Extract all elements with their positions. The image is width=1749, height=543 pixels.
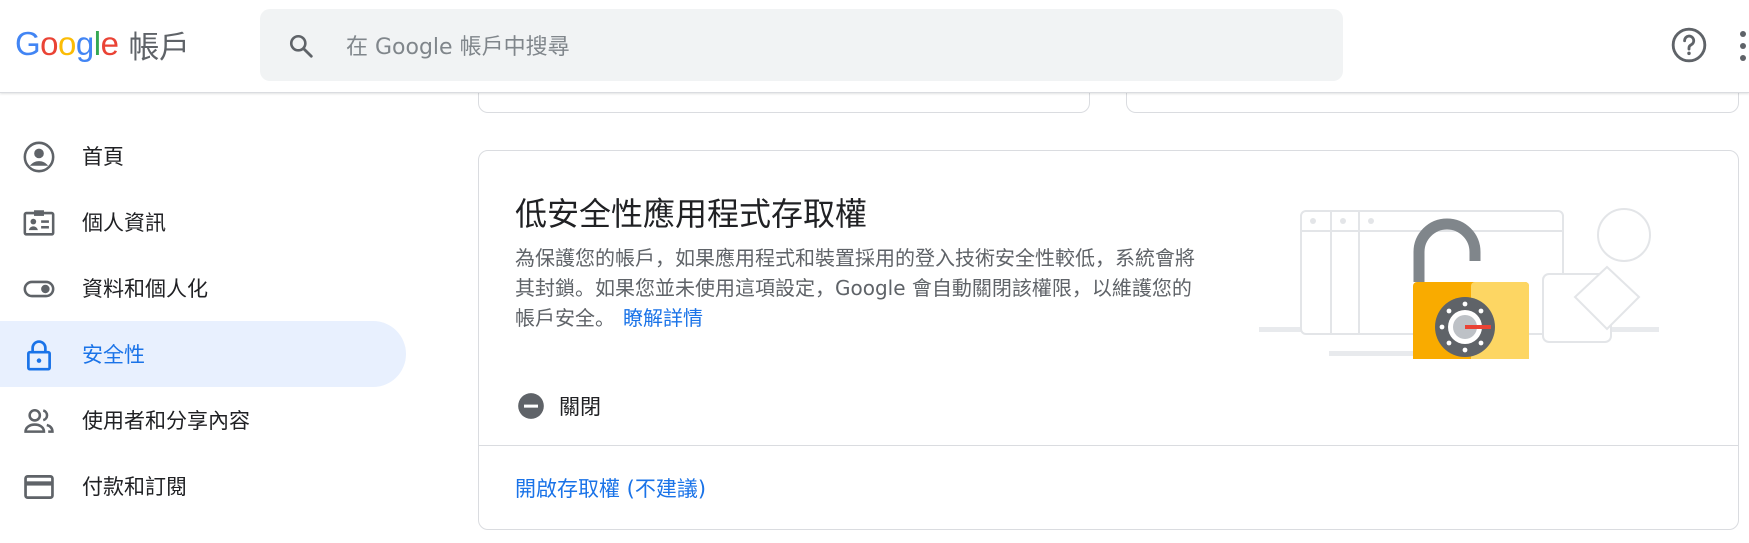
less-secure-apps-card: 低安全性應用程式存取權 為保護您的帳戶，如果應用程式和裝置採用的登入技術安全性較… — [478, 150, 1739, 530]
card-description: 為保護您的帳戶，如果應用程式和裝置採用的登入技術安全性較低，系統會將其封鎖。如果… — [515, 243, 1205, 333]
sidebar-item-label: 首頁 — [82, 145, 124, 169]
sidebar-item-people-sharing[interactable]: 使用者和分享內容 — [0, 387, 406, 453]
account-circle-icon — [23, 141, 55, 173]
logo-letter: l — [93, 25, 101, 62]
sidebar-item-label: 使用者和分享內容 — [82, 409, 250, 433]
logo-letter: o — [58, 25, 76, 62]
lock-icon — [27, 340, 51, 371]
off-status-icon — [518, 393, 544, 419]
setting-status: 關閉 — [517, 391, 601, 421]
logo-letter: g — [75, 25, 94, 62]
logo-letter: e — [100, 25, 119, 62]
id-card-icon — [23, 210, 55, 236]
sidebar-item-label: 安全性 — [82, 343, 145, 367]
sidebar-item-security[interactable]: 安全性 — [0, 321, 406, 387]
card-title: 低安全性應用程式存取權 — [515, 195, 868, 233]
google-account-logo[interactable]: Google 帳戶 — [15, 22, 190, 66]
credit-card-icon — [24, 475, 54, 499]
search-input[interactable]: 在 Google 帳戶中搜尋 — [346, 29, 570, 61]
logo-letter: o — [40, 25, 59, 62]
sidebar-nav: 首頁 個人資訊 資料和個人化 安全性 使用者和分享內容 付款和訂閱 — [0, 123, 406, 519]
logo-letter: G — [15, 25, 41, 62]
search-bar[interactable]: 在 Google 帳戶中搜尋 — [260, 9, 1343, 81]
search-icon[interactable] — [288, 33, 314, 59]
people-icon — [24, 408, 54, 433]
help-icon[interactable] — [1670, 26, 1708, 64]
sidebar-item-payments[interactable]: 付款和訂閱 — [0, 453, 406, 519]
sidebar-item-label: 付款和訂閱 — [82, 475, 187, 499]
unlocked-padlock-illustration — [1259, 208, 1659, 359]
more-vert-icon[interactable] — [1737, 28, 1749, 64]
sidebar-item-personal-info[interactable]: 個人資訊 — [0, 189, 406, 255]
sidebar-item-home[interactable]: 首頁 — [0, 123, 406, 189]
product-name: 帳戶 — [128, 29, 190, 66]
learn-more-link[interactable]: 瞭解詳情 — [623, 306, 703, 330]
top-app-bar: Google 帳戶 在 Google 帳戶中搜尋 — [0, 0, 1749, 93]
card-divider — [479, 445, 1738, 446]
description-text: 為保護您的帳戶，如果應用程式和裝置採用的登入技術安全性較低，系統會將其封鎖。如果… — [515, 246, 1195, 330]
turn-on-access-link[interactable]: 開啟存取權 (不建議) — [515, 473, 706, 503]
sidebar-item-label: 資料和個人化 — [82, 277, 208, 301]
sidebar-item-data-privacy[interactable]: 資料和個人化 — [0, 255, 406, 321]
status-text: 關閉 — [559, 395, 601, 419]
toggle-icon — [23, 280, 55, 298]
sidebar-item-label: 個人資訊 — [82, 211, 166, 235]
